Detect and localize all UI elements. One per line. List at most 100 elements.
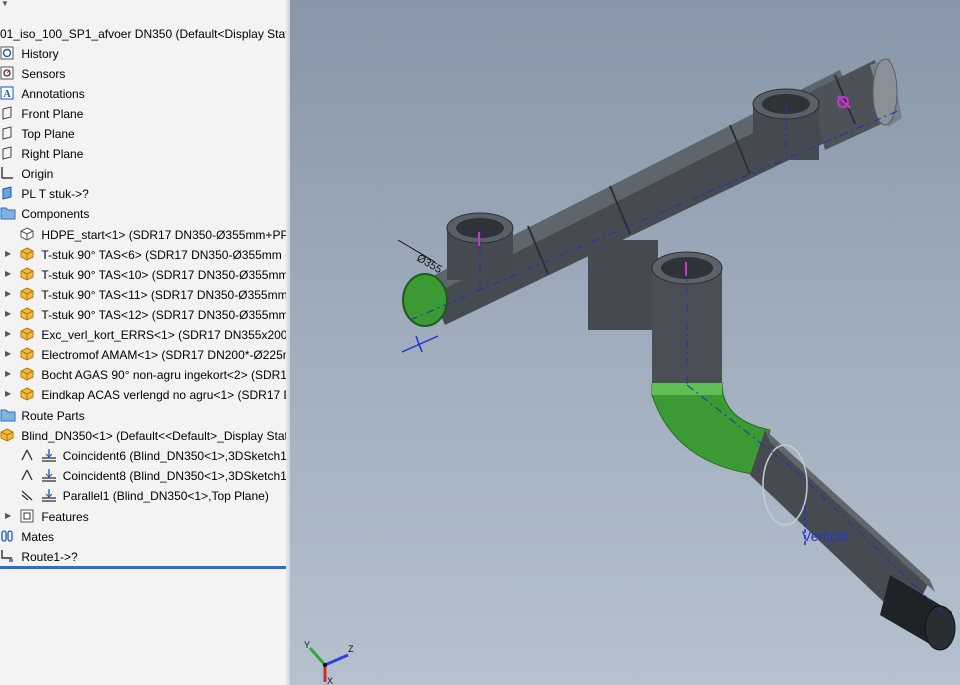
- part-icon: [0, 428, 14, 442]
- tree-item-label: Eindkap ACAS verlengd no agru<1> (SDR17 …: [41, 387, 286, 402]
- tree-item-component[interactable]: Eindkap ACAS verlengd no agru<1> (SDR17 …: [20, 384, 286, 404]
- features-icon: [20, 509, 34, 523]
- part-icon: [20, 367, 34, 381]
- tree-item-label: Route Parts: [21, 408, 85, 423]
- triad-z-axis: [324, 653, 349, 667]
- diameter-dimension[interactable]: Ø355: [397, 239, 444, 276]
- end-marker: [401, 335, 439, 353]
- selected-elbow-component[interactable]: [651, 382, 771, 476]
- expand-arrow-icon[interactable]: ▶: [5, 384, 13, 404]
- sensors-icon: [0, 66, 14, 80]
- annotations-icon: A: [0, 86, 14, 100]
- triad-z-label: Z: [348, 644, 354, 654]
- tree-item-component[interactable]: T-stuk 90° TAS<12> (SDR17 DN350-Ø355mm -…: [20, 304, 287, 324]
- tree-item-mates[interactable]: Mates: [0, 526, 54, 546]
- tree-item-right-plane[interactable]: Right Plane: [0, 143, 83, 163]
- expand-arrow-icon[interactable]: ▶: [5, 304, 13, 324]
- tree-item-component[interactable]: HDPE_start<1> (SDR17 DN350-Ø355mm+PP-GFK…: [20, 224, 287, 244]
- tree-item-label: Top Plane: [21, 126, 75, 141]
- part-icon: [20, 247, 34, 261]
- tree-item-mate[interactable]: Parallel1 (Blind_DN350<1>,Top Plane): [20, 485, 269, 505]
- coincident-icon: [41, 448, 57, 462]
- tree-item-annotations[interactable]: A Annotations: [0, 83, 85, 103]
- collapse-arrow-icon[interactable]: ▼: [1, 0, 9, 14]
- feature-manager-tree: ▼ 01_iso_100_SP1_afvoer DN350 (Default<D…: [0, 0, 287, 685]
- plane-icon: [0, 106, 14, 120]
- tree-item-pl-t-stuk[interactable]: PL T stuk->?: [0, 183, 89, 203]
- tree-item-component[interactable]: Exc_verl_kort_ERRS<1> (SDR17 DN355x200-Ø…: [20, 324, 287, 344]
- tree-item-label: Bocht AGAS 90° non-agru ingekort<2> (SDR…: [41, 367, 287, 382]
- tree-item-blind-dn350[interactable]: Blind_DN350<1> (Default<<Default>_Displa…: [0, 425, 287, 445]
- triad-y-axis: [308, 647, 327, 666]
- part-icon: [20, 387, 34, 401]
- tree-item-label: Coincident6 (Blind_DN350<1>,3DSketch1): [62, 448, 287, 463]
- folder-icon: [0, 206, 16, 220]
- expand-arrow-icon[interactable]: ▶: [5, 364, 13, 384]
- mate-warning-icon: [20, 448, 34, 462]
- tree-item-component[interactable]: T-stuk 90° TAS<6> (SDR17 DN350-Ø355mm - …: [20, 244, 286, 264]
- tree-item-label: Sensors: [21, 66, 66, 81]
- tree-item-features[interactable]: Features: [20, 506, 89, 526]
- tree-item-top-plane[interactable]: Top Plane: [0, 123, 75, 143]
- pipe-assembly-model[interactable]: Ø355 Vertical Y Z X: [290, 0, 960, 685]
- tree-item-label: Exc_verl_kort_ERRS<1> (SDR17 DN355x200-Ø…: [41, 327, 287, 342]
- tree-root-item[interactable]: 01_iso_100_SP1_afvoer DN350 (Default<Dis…: [0, 23, 287, 43]
- tree-item-label: PL T stuk->?: [21, 186, 89, 201]
- part-outline-icon: [20, 227, 34, 241]
- tree-item-label: History: [21, 46, 59, 61]
- tree-item-label: Blind_DN350<1> (Default<<Default>_Displa…: [21, 428, 287, 443]
- plane-icon: [0, 146, 14, 160]
- expand-arrow-icon[interactable]: ▶: [5, 344, 13, 364]
- vertical-relation-label[interactable]: Vertical: [802, 528, 848, 544]
- rollback-bar[interactable]: [0, 566, 286, 569]
- tree-item-label: Annotations: [21, 86, 85, 101]
- graphics-viewport[interactable]: Ø355 Vertical Y Z X: [290, 0, 960, 685]
- tree-item-mate[interactable]: Coincident8 (Blind_DN350<1>,3DSketch1): [20, 465, 287, 485]
- tree-item-label: Right Plane: [21, 146, 84, 161]
- tree-item-route-parts[interactable]: Route Parts: [0, 405, 85, 425]
- tree-item-label: HDPE_start<1> (SDR17 DN350-Ø355mm+PP-GFK…: [41, 227, 287, 242]
- tree-item-label: Origin: [21, 166, 54, 181]
- tree-item-origin[interactable]: Origin: [0, 163, 53, 183]
- tree-item-front-plane[interactable]: Front Plane: [0, 103, 83, 123]
- tree-item-label: Mates: [21, 529, 55, 544]
- mates-icon: [0, 529, 14, 543]
- center-tee-drop[interactable]: [588, 240, 723, 383]
- tree-root-label: 01_iso_100_SP1_afvoer DN350 (Default<Dis…: [0, 26, 287, 41]
- expand-arrow-icon[interactable]: ▶: [5, 244, 13, 264]
- tree-item-mate[interactable]: Coincident6 (Blind_DN350<1>,3DSketch1): [20, 445, 287, 465]
- tree-item-route1[interactable]: Route1->?: [0, 546, 78, 566]
- expand-arrow-icon[interactable]: ▶: [5, 264, 13, 284]
- tree-item-sensors[interactable]: Sensors: [0, 63, 65, 83]
- part-icon: [20, 347, 34, 361]
- tree-item-history[interactable]: History: [0, 43, 59, 63]
- tree-item-label: Electromof AMAM<1> (SDR17 DN200*-Ø225mm …: [41, 347, 287, 362]
- tree-item-label: T-stuk 90° TAS<12> (SDR17 DN350-Ø355mm -…: [41, 307, 287, 322]
- tree-item-label: Front Plane: [21, 106, 84, 121]
- tree-item-component[interactable]: Bocht AGAS 90° non-agru ingekort<2> (SDR…: [20, 364, 287, 384]
- tree-item-label: Parallel1 (Blind_DN350<1>,Top Plane): [62, 488, 269, 503]
- selected-end-cap[interactable]: [402, 273, 448, 327]
- tree-item-component[interactable]: T-stuk 90° TAS<11> (SDR17 DN350-Ø355mm -…: [20, 284, 286, 304]
- part-icon: [20, 267, 34, 281]
- tree-item-label: Coincident8 (Blind_DN350<1>,3DSketch1): [62, 468, 287, 483]
- tree-item-label: T-stuk 90° TAS<10> (SDR17 DN350-Ø355mm -…: [41, 267, 287, 282]
- expand-arrow-icon[interactable]: ▶: [5, 506, 13, 526]
- orientation-triad[interactable]: Y Z X: [304, 640, 354, 685]
- tree-item-label: T-stuk 90° TAS<6> (SDR17 DN350-Ø355mm - …: [41, 247, 286, 262]
- expand-arrow-icon[interactable]: ▶: [5, 284, 13, 304]
- route-icon: [0, 549, 14, 563]
- part-icon: [20, 287, 34, 301]
- part-icon: [20, 327, 34, 341]
- plane-icon: [0, 126, 14, 140]
- tree-item-label: Components: [21, 206, 90, 221]
- svg-text:A: A: [4, 89, 12, 100]
- tree-item-component[interactable]: Electromof AMAM<1> (SDR17 DN200*-Ø225mm …: [20, 344, 287, 364]
- lower-pipe-run[interactable]: [750, 430, 956, 651]
- expand-arrow-icon[interactable]: ▶: [5, 324, 13, 344]
- tree-item-component[interactable]: T-stuk 90° TAS<10> (SDR17 DN350-Ø355mm -…: [20, 264, 287, 284]
- history-icon: [0, 46, 14, 60]
- folder-icon: [0, 408, 16, 422]
- tree-item-components[interactable]: Components: [0, 203, 89, 223]
- mate-warning-icon: [20, 468, 34, 482]
